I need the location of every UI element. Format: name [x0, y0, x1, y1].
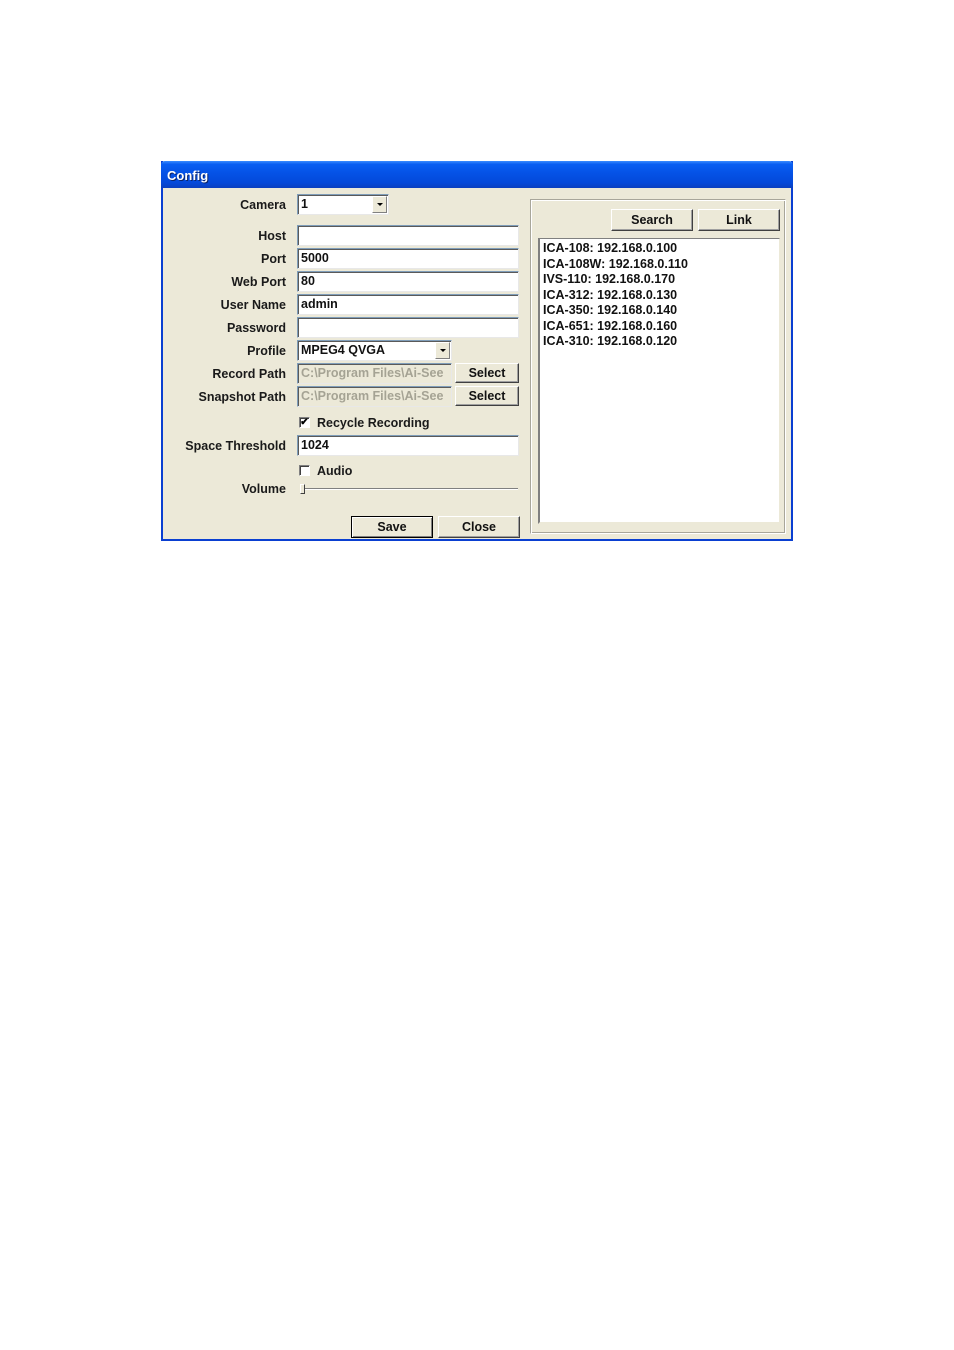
close-button[interactable]: Close: [438, 516, 520, 538]
camera-select[interactable]: 1: [297, 194, 389, 215]
device-list-item[interactable]: ICA-350: 192.168.0.140: [543, 303, 776, 319]
audio-label: Audio: [317, 464, 353, 478]
profile-dropdown-button[interactable]: [435, 342, 450, 359]
device-list-item[interactable]: IVS-110: 192.168.0.170: [543, 272, 776, 288]
save-button[interactable]: Save: [351, 516, 433, 538]
password-input[interactable]: [297, 317, 519, 338]
volume-label: Volume: [241, 482, 286, 496]
profile-label: Profile: [247, 344, 286, 358]
device-list[interactable]: ICA-108: 192.168.0.100 ICA-108W: 192.168.…: [538, 238, 780, 524]
title-bar[interactable]: Config: [161, 161, 793, 188]
host-input[interactable]: [297, 225, 519, 246]
camera-dropdown-button[interactable]: [372, 196, 387, 213]
profile-value: MPEG4 QVGA: [301, 343, 386, 357]
space-threshold-input[interactable]: 1024: [297, 435, 519, 456]
window-title: Config: [167, 168, 209, 183]
link-button[interactable]: Link: [698, 209, 780, 231]
recycle-recording-checkbox[interactable]: ✔: [299, 417, 310, 428]
audio-checkbox[interactable]: [299, 465, 310, 476]
device-list-item[interactable]: ICA-108W: 192.168.0.110: [543, 257, 776, 273]
record-path-select-button[interactable]: Select: [455, 363, 519, 383]
volume-slider-track[interactable]: [300, 488, 518, 490]
device-list-item[interactable]: ICA-108: 192.168.0.100: [543, 241, 776, 257]
snapshot-path-select-button[interactable]: Select: [455, 386, 519, 406]
camera-label: Camera: [240, 198, 286, 212]
web-port-label: Web Port: [231, 275, 286, 289]
port-input[interactable]: 5000: [297, 248, 519, 269]
device-list-item[interactable]: ICA-651: 192.168.0.160: [543, 319, 776, 335]
chevron-down-icon: [376, 203, 383, 206]
checkmark-icon: ✔: [300, 417, 309, 428]
device-list-item[interactable]: ICA-312: 192.168.0.130: [543, 288, 776, 304]
device-list-item[interactable]: ICA-310: 192.168.0.120: [543, 334, 776, 350]
record-path-input[interactable]: C:\Program Files\Ai-See: [297, 363, 452, 384]
space-threshold-label: Space Threshold: [185, 439, 286, 453]
recycle-recording-label: Recycle Recording: [317, 416, 430, 430]
record-path-label: Record Path: [212, 367, 286, 381]
user-name-label: User Name: [220, 298, 286, 312]
snapshot-path-label: Snapshot Path: [198, 390, 286, 404]
config-dialog: Config Camera 1 Host Port 5000 Web Port …: [161, 161, 793, 541]
password-label: Password: [226, 321, 286, 335]
web-port-input[interactable]: 80: [297, 271, 519, 292]
profile-select[interactable]: MPEG4 QVGA: [297, 340, 452, 361]
snapshot-path-input[interactable]: C:\Program Files\Ai-See: [297, 386, 452, 407]
port-label: Port: [261, 252, 286, 266]
search-button[interactable]: Search: [611, 209, 693, 231]
camera-value: 1: [301, 197, 308, 211]
user-name-input[interactable]: admin: [297, 294, 519, 315]
host-label: Host: [258, 229, 286, 243]
chevron-down-icon: [439, 349, 446, 352]
volume-slider-thumb[interactable]: [300, 484, 305, 494]
